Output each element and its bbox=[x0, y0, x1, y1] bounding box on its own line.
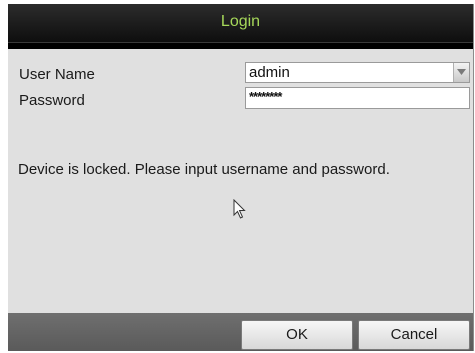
password-label: Password bbox=[19, 92, 85, 109]
dialog-footer: OK Cancel bbox=[8, 313, 473, 351]
password-field[interactable]: ******** bbox=[245, 87, 470, 109]
password-value: ******** bbox=[249, 89, 282, 104]
chevron-down-icon[interactable] bbox=[453, 63, 469, 82]
dialog-title: Login bbox=[220, 13, 261, 30]
ok-button[interactable]: OK bbox=[241, 320, 353, 350]
login-dialog: Login User Name admin Password ******** … bbox=[8, 4, 474, 351]
mouse-cursor-icon bbox=[233, 198, 247, 224]
username-select[interactable]: admin bbox=[245, 62, 470, 83]
lock-message: Device is locked. Please input username … bbox=[18, 161, 390, 178]
dialog-content: User Name admin Password ******** Device… bbox=[8, 49, 473, 313]
username-label: User Name bbox=[19, 66, 95, 83]
dialog-titlebar: Login bbox=[8, 4, 473, 43]
username-value: admin bbox=[249, 64, 290, 81]
cancel-button[interactable]: Cancel bbox=[358, 320, 470, 350]
